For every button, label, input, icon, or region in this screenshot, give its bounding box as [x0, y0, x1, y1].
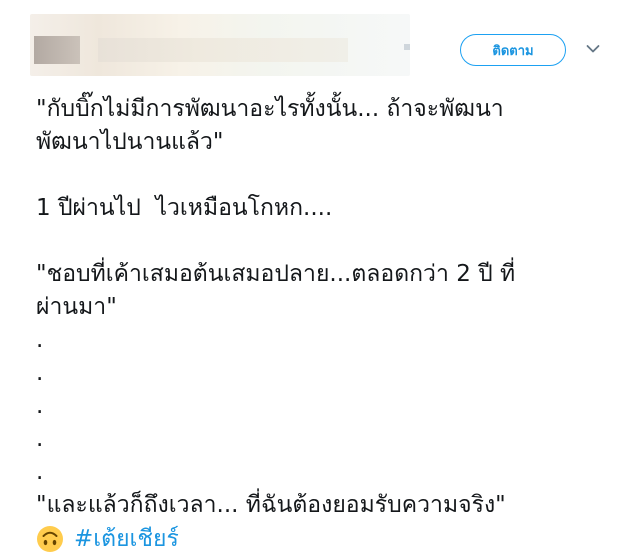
tweet-line: "ชอบที่เค้าเสมอต้นเสมอปลาย...ตลอดกว่า 2 … [36, 261, 516, 287]
tweet-text: "กับบิ๊กไม่มีการพัฒนาอะไรทั้งนั้น... ถ้า… [36, 93, 616, 556]
tweet-dot-line: . [36, 360, 44, 386]
chevron-down-icon[interactable] [582, 38, 604, 60]
tweet-dot-line: . [36, 459, 44, 485]
tweet-dot-line: . [36, 393, 44, 419]
chevron-down-svg [586, 45, 600, 53]
hashtag-link[interactable]: #เต้ยเชียร์ [74, 523, 179, 556]
tweet-dot-line: . [36, 327, 44, 353]
tweet-line: พัฒนาไปนานแล้ว" [36, 129, 224, 155]
tweet-header: ติดตาม [0, 0, 640, 80]
tweet-line: "และแล้วก็ถึงเวลา... ที่ฉันต้องยอมรับควา… [36, 492, 506, 518]
upside-down-face-emoji-icon [37, 526, 63, 552]
avatar[interactable] [34, 36, 80, 64]
tweet-line: "กับบิ๊กไม่มีการพัฒนาอะไรทั้งนั้น... ถ้า… [36, 96, 504, 122]
hashtag-row: #เต้ยเชียร์ [36, 522, 616, 556]
username-blurred[interactable] [98, 38, 348, 62]
tweet-line: 1 ปีผ่านไป ไวเหมือนโกหก.... [36, 195, 333, 221]
follow-button[interactable]: ติดตาม [460, 34, 566, 66]
tweet-dot-line: . [36, 426, 44, 452]
blur-artifact [404, 44, 410, 50]
tweet-line: ผ่านมา" [36, 294, 117, 320]
